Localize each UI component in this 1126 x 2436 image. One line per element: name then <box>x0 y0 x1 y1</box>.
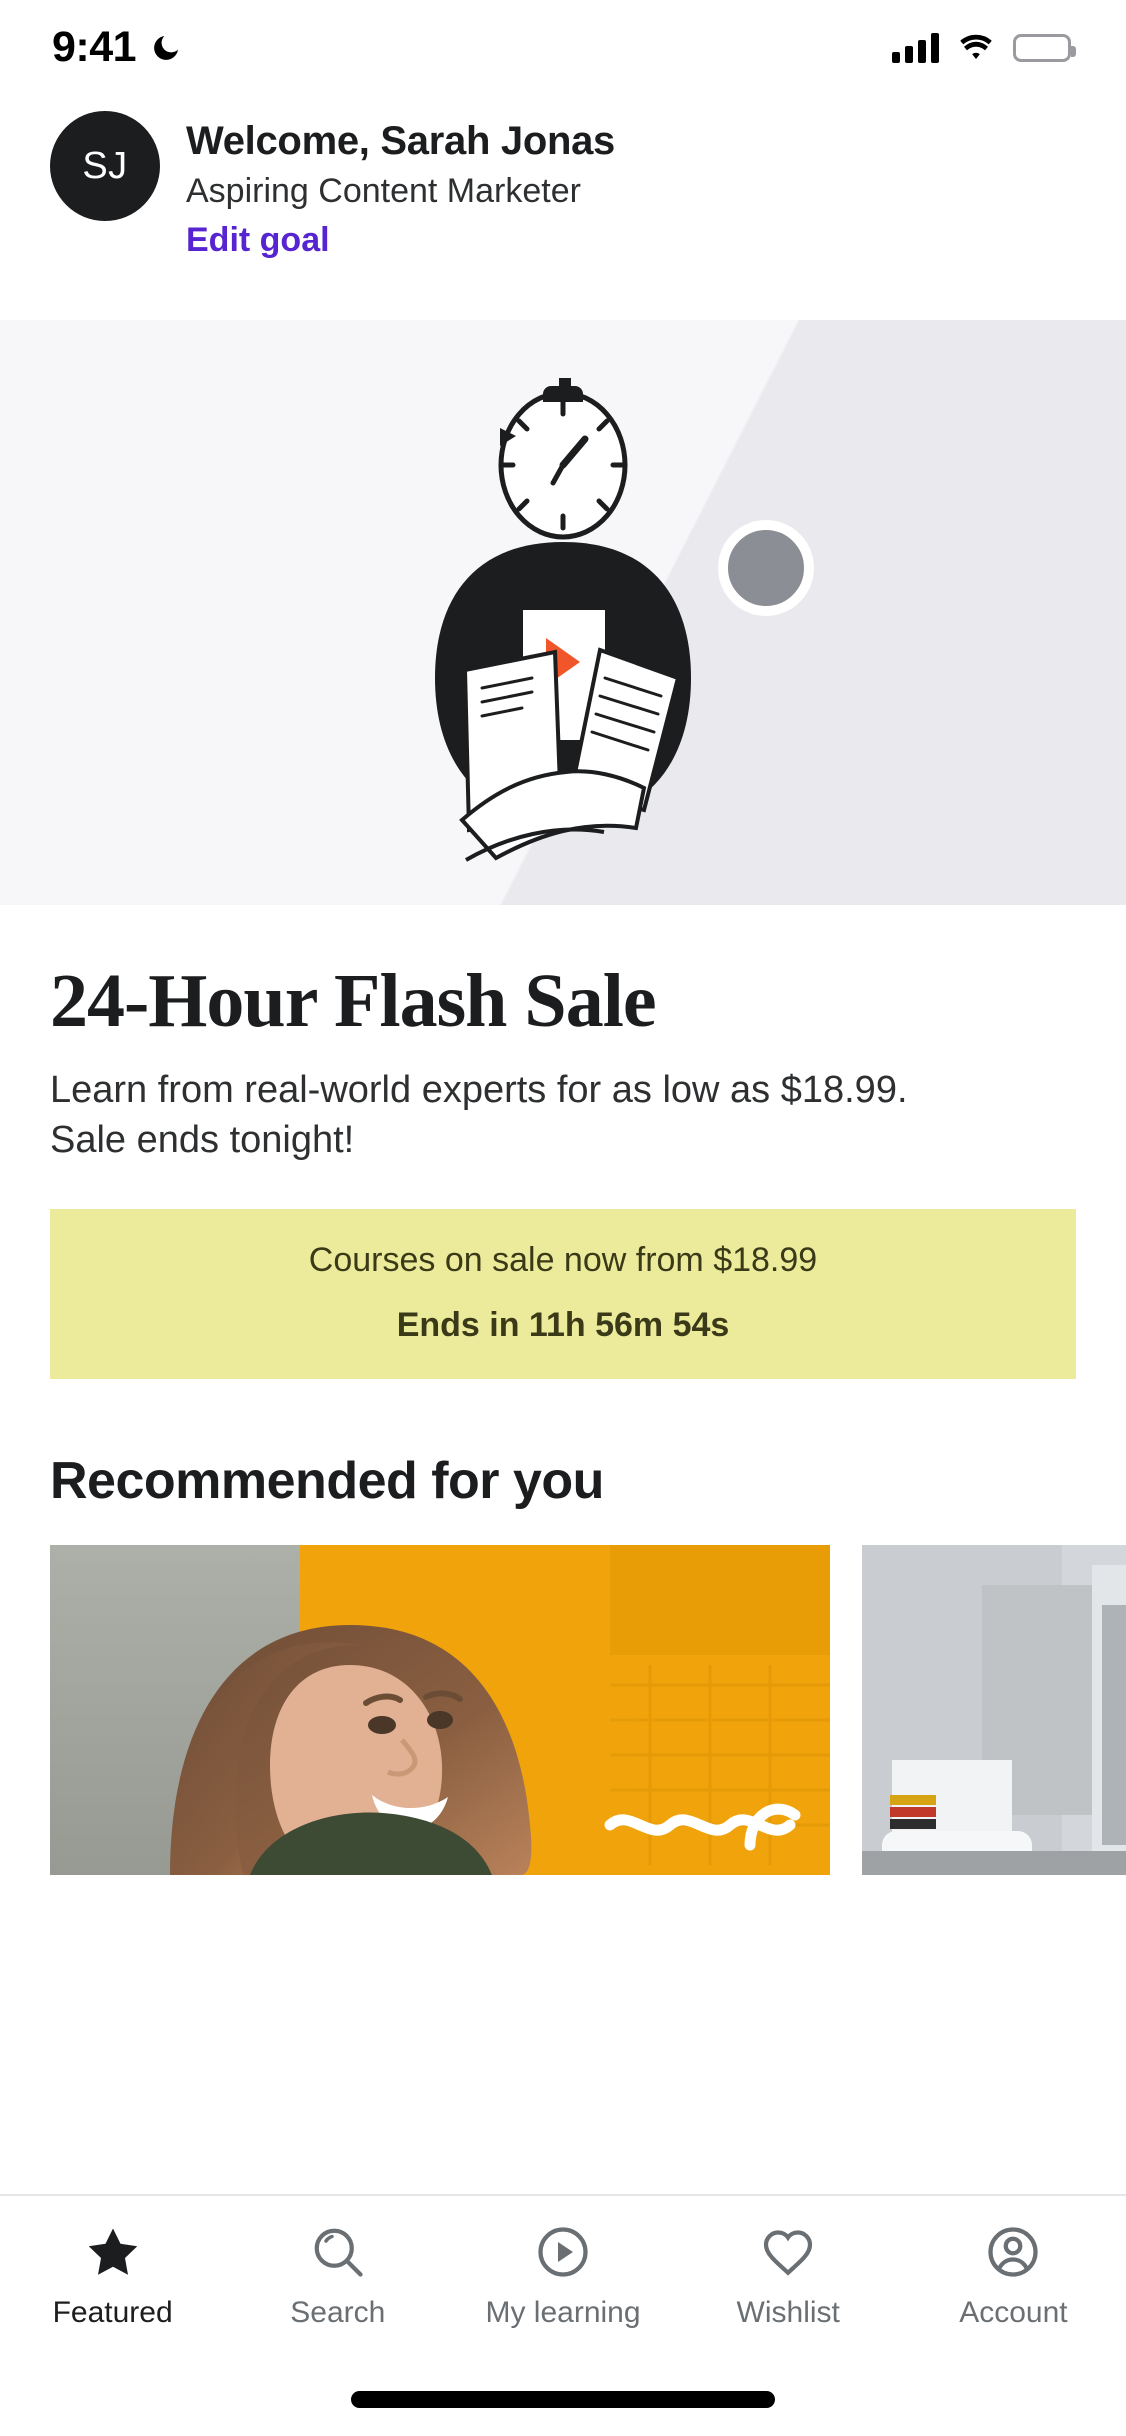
flash-sale-section: 24-Hour Flash Sale Learn from real-world… <box>0 905 1126 1380</box>
course-card[interactable] <box>50 1545 830 1876</box>
tab-label: Search <box>290 2296 386 2329</box>
tab-label: Wishlist <box>736 2296 840 2329</box>
tab-my-learning[interactable]: My learning <box>450 2222 675 2330</box>
wifi-icon <box>960 34 992 59</box>
moon-icon <box>154 35 179 60</box>
status-time: 9:41 <box>52 23 137 71</box>
sale-countdown-timer: Ends in 11h 56m 54s <box>396 1306 730 1345</box>
course-card[interactable] <box>862 1545 1126 1876</box>
search-icon <box>314 2228 363 2277</box>
tab-label: My learning <box>485 2296 641 2329</box>
stopwatch-person-reading-illustration <box>435 378 691 862</box>
play-circle-icon <box>538 2227 588 2277</box>
recommended-carousel[interactable] <box>0 1545 1126 1876</box>
star-filled-icon <box>88 2228 137 2275</box>
edit-goal-link[interactable]: Edit goal <box>186 221 330 260</box>
signal-bars-icon <box>892 32 939 63</box>
profile-text: Welcome, Sarah Jonas Aspiring Content Ma… <box>186 111 615 260</box>
page-title: 24-Hour Flash Sale <box>50 959 657 1043</box>
tab-account[interactable]: Account <box>901 2222 1126 2330</box>
home-indicator <box>351 2391 775 2408</box>
welcome-title: Welcome, Sarah Jonas <box>186 119 616 163</box>
status-bar-right <box>892 32 1076 63</box>
bottom-tab-bar: Featured Search My learning Wishlist Acc… <box>0 2194 1126 2436</box>
status-bar: 9:41 <box>0 0 1126 95</box>
tab-search[interactable]: Search <box>225 2222 450 2330</box>
user-circle-icon <box>988 2227 1039 2277</box>
tab-label: Account <box>959 2296 1068 2329</box>
office-interior-blurred-thumbnail <box>862 1545 1126 1876</box>
sale-price-text: Courses on sale now from $18.99 <box>308 1241 818 1280</box>
recommended-heading: Recommended for you <box>50 1452 604 1511</box>
heart-icon <box>764 2230 813 2276</box>
tab-label: Featured <box>52 2296 173 2329</box>
tab-featured[interactable]: Featured <box>0 2222 225 2330</box>
battery-full-icon <box>1013 33 1076 62</box>
status-bar-left: 9:41 <box>52 23 182 72</box>
hero-banner[interactable] <box>0 320 1126 905</box>
sale-description: Learn from real-world experts for as low… <box>50 1069 908 1162</box>
smiling-woman-orange-wall-thumbnail <box>50 1545 830 1876</box>
profile-header: SJ Welcome, Sarah Jonas Aspiring Content… <box>0 95 1126 260</box>
avatar[interactable]: SJ <box>50 111 160 221</box>
sale-countdown-banner[interactable]: Courses on sale now from $18.99 Ends in … <box>50 1209 1076 1380</box>
tab-wishlist[interactable]: Wishlist <box>676 2222 901 2330</box>
goal-subtitle: Aspiring Content Marketer <box>186 172 581 210</box>
